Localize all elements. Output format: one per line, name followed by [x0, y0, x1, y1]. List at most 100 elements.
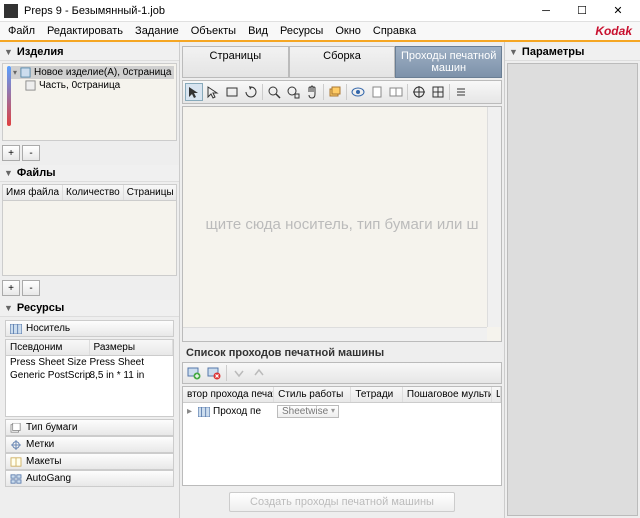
pressrun-row[interactable]: ▸ Проход пе Sheetwise	[183, 403, 501, 420]
pan-tool[interactable]	[303, 83, 321, 101]
menu-bar: Файл Редактировать Задание Объекты Вид Р…	[0, 22, 640, 42]
media-row[interactable]: Generic PostScript Printer 8,5 in * 11 i…	[6, 369, 173, 382]
marks-section[interactable]: Метки	[5, 436, 174, 453]
maximize-button[interactable]: ☐	[564, 1, 600, 21]
product-item[interactable]: ▾ Новое изделие(A), 0страница	[11, 66, 174, 79]
preview-tool[interactable]	[349, 83, 367, 101]
minimize-button[interactable]: ─	[528, 1, 564, 21]
marks-icon	[10, 440, 22, 450]
expand-icon: ▾	[13, 68, 17, 77]
menu-window[interactable]: Окно	[329, 23, 367, 39]
stock-icon	[10, 423, 22, 433]
pressruns-list[interactable]: втор прохода печат Стиль работы Тетради …	[182, 386, 502, 486]
col-workstyle[interactable]: Стиль работы	[274, 387, 351, 402]
list-tool[interactable]	[452, 83, 470, 101]
vertical-scrollbar[interactable]	[487, 107, 501, 327]
media-list[interactable]: Псевдоним Размеры Press Sheet Size Press…	[5, 339, 174, 417]
part-item[interactable]: Часть, 0страница	[11, 79, 174, 92]
collapse-icon: ▼	[509, 47, 518, 57]
pressruns-title: Список проходов печатной машины	[180, 344, 504, 362]
files-list[interactable]: Имя файла Количество Страницы Обрезк	[2, 184, 177, 276]
col-color[interactable]: Ци	[492, 387, 501, 402]
menu-file[interactable]: Файл	[2, 23, 41, 39]
expand-icon[interactable]: ▸	[187, 406, 195, 417]
menu-view[interactable]: Вид	[242, 23, 274, 39]
layouts-icon	[10, 457, 22, 467]
part-label: Часть, 0страница	[39, 80, 120, 91]
products-tree[interactable]: ▾ Новое изделие(A), 0страница Часть, 0ст…	[2, 63, 177, 141]
tab-assembly[interactable]: Сборка	[289, 46, 396, 78]
resources-header[interactable]: ▼ Ресурсы	[0, 300, 179, 317]
autogang-icon	[10, 474, 22, 484]
products-header[interactable]: ▼ Изделия	[0, 44, 179, 61]
col-alias[interactable]: Псевдоним	[6, 340, 90, 355]
app-icon	[4, 4, 18, 18]
layers-tool[interactable]	[326, 83, 344, 101]
select-tool[interactable]	[185, 83, 203, 101]
col-run-id[interactable]: втор прохода печат	[183, 387, 274, 402]
menu-resources[interactable]: Ресурсы	[274, 23, 329, 39]
files-header[interactable]: ▼ Файлы	[0, 165, 179, 182]
col-count[interactable]: Количество	[63, 185, 124, 200]
media-icon	[10, 324, 22, 334]
col-multi[interactable]: Пошаговое мульти	[403, 387, 492, 402]
zoom-tool[interactable]	[265, 83, 283, 101]
product-label: Новое изделие(A), 0страница	[34, 67, 171, 78]
canvas-toolbar	[182, 80, 502, 104]
move-down-button[interactable]	[230, 364, 248, 382]
rect-tool[interactable]	[223, 83, 241, 101]
add-run-button[interactable]	[185, 364, 203, 382]
pressruns-columns: втор прохода печат Стиль работы Тетради …	[183, 387, 501, 403]
brand-logo: Kodak	[595, 24, 632, 38]
files-add-button[interactable]: +	[2, 280, 20, 296]
layouts-section[interactable]: Макеты	[5, 453, 174, 470]
col-size[interactable]: Размеры	[90, 340, 174, 355]
params-header[interactable]: ▼ Параметры	[505, 44, 640, 61]
menu-help[interactable]: Справка	[367, 23, 422, 39]
products-remove-button[interactable]: -	[22, 145, 40, 161]
files-remove-button[interactable]: -	[22, 280, 40, 296]
spread-tool[interactable]	[387, 83, 405, 101]
stock-section[interactable]: Тип бумаги	[5, 419, 174, 436]
page-tool[interactable]	[368, 83, 386, 101]
move-up-button[interactable]	[250, 364, 268, 382]
horizontal-scrollbar[interactable]	[183, 327, 487, 341]
title-bar: Preps 9 - Безымянный-1.job ─ ☐ ✕	[0, 0, 640, 22]
col-sigs[interactable]: Тетради	[351, 387, 403, 402]
autogang-section[interactable]: AutoGang	[5, 470, 174, 487]
product-icon	[20, 67, 31, 78]
menu-job[interactable]: Задание	[129, 23, 185, 39]
workstyle-dropdown[interactable]: Sheetwise	[277, 405, 339, 418]
collapse-icon: ▼	[4, 303, 13, 313]
close-button[interactable]: ✕	[600, 1, 636, 21]
products-add-button[interactable]: +	[2, 145, 20, 161]
delete-run-button[interactable]	[205, 364, 223, 382]
left-panel: ▼ Изделия ▾ Новое изделие(A), 0страница …	[0, 42, 180, 518]
collapse-icon: ▼	[4, 168, 13, 178]
files-columns: Имя файла Количество Страницы Обрезк	[3, 185, 176, 201]
run-name: Проход пе	[213, 406, 277, 417]
media-row[interactable]: Press Sheet Size Press Sheet	[6, 356, 173, 369]
media-section[interactable]: Носитель	[5, 320, 174, 337]
menu-edit[interactable]: Редактировать	[41, 23, 129, 39]
files-title: Файлы	[17, 167, 56, 179]
rotate-tool[interactable]	[242, 83, 260, 101]
menu-objects[interactable]: Объекты	[185, 23, 242, 39]
tab-pages[interactable]: Страницы	[182, 46, 289, 78]
create-pressruns-button[interactable]: Создать проходы печатной машины	[229, 492, 455, 512]
grid-tool[interactable]	[429, 83, 447, 101]
direct-select-tool[interactable]	[204, 83, 222, 101]
canvas-area[interactable]: щите сюда носитель, тип бумаги или ш	[182, 106, 502, 342]
resources-panel: Носитель Псевдоним Размеры Press Sheet S…	[2, 319, 177, 516]
canvas-placeholder: щите сюда носитель, тип бумаги или ш	[205, 216, 478, 233]
target-tool[interactable]	[410, 83, 428, 101]
zoom-fit-tool[interactable]	[284, 83, 302, 101]
col-pages[interactable]: Страницы	[124, 185, 177, 200]
resources-title: Ресурсы	[17, 302, 64, 314]
params-body	[507, 63, 638, 516]
products-title: Изделия	[17, 46, 64, 58]
view-tabs: Страницы Сборка Проходы печатной машин	[182, 46, 502, 78]
col-filename[interactable]: Имя файла	[3, 185, 63, 200]
tab-pressruns[interactable]: Проходы печатной машин	[395, 46, 502, 78]
right-panel: ▼ Параметры	[504, 42, 640, 518]
